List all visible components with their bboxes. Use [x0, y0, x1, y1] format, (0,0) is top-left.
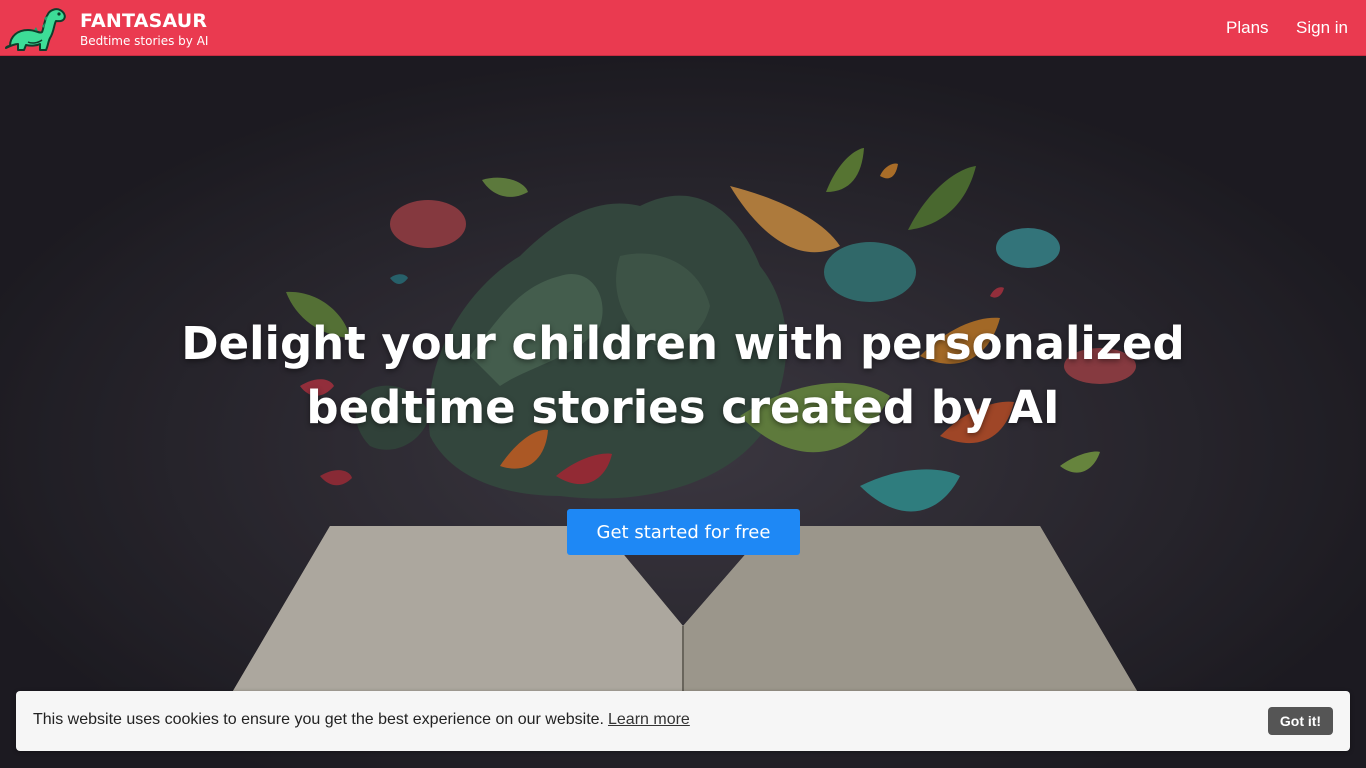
learn-more-link[interactable]: Learn more: [608, 711, 690, 728]
get-started-button[interactable]: Get started for free: [567, 509, 800, 555]
cookie-message: This website uses cookies to ensure you …: [33, 711, 690, 729]
cookie-accept-button[interactable]: Got it!: [1268, 707, 1333, 735]
hero-title-line-1: Delight your children with personalized: [181, 317, 1185, 370]
site-header: FANTASAUR Bedtime stories by AI Plans Si…: [0, 0, 1366, 56]
brand-tagline: Bedtime stories by AI: [80, 34, 209, 48]
nav-plans-link[interactable]: Plans: [1226, 18, 1269, 38]
cookie-banner: This website uses cookies to ensure you …: [16, 691, 1350, 751]
dinosaur-icon[interactable]: [4, 2, 68, 54]
hero-section: Delight your children with personalized …: [0, 56, 1366, 768]
hero-title: Delight your children with personalized …: [133, 312, 1233, 440]
brand-name[interactable]: FANTASAUR: [80, 10, 207, 32]
nav-sign-in-link[interactable]: Sign in: [1296, 18, 1348, 38]
hero-title-line-2: bedtime stories created by AI: [306, 381, 1060, 434]
cookie-message-text: This website uses cookies to ensure you …: [33, 711, 604, 728]
